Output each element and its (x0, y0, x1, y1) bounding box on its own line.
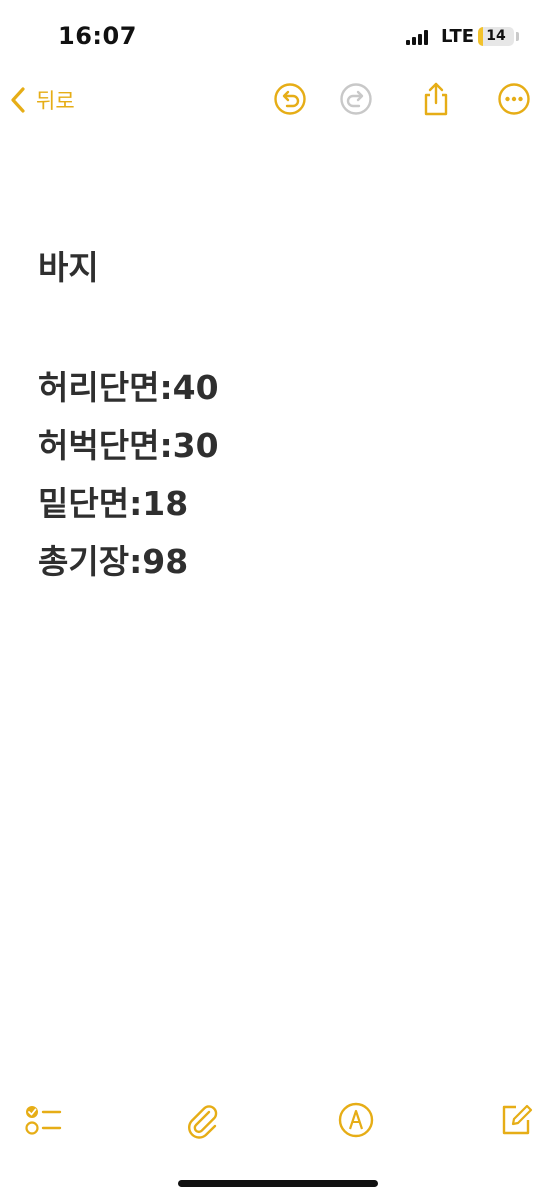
note-title[interactable]: 바지 (38, 240, 518, 296)
note-line-thigh[interactable]: 허벅단면:30 (38, 417, 518, 475)
attachment-button[interactable] (182, 1100, 222, 1140)
note-body[interactable]: 바지 허리단면:40 허벅단면:30 밑단면:18 총기장:98 (38, 240, 518, 591)
battery-icon: 14 (478, 27, 514, 46)
share-icon (424, 82, 448, 116)
compose-button[interactable] (496, 1100, 536, 1140)
chevron-left-icon (11, 87, 25, 113)
status-bar: 16:07 LTE 14 (0, 0, 555, 72)
more-button[interactable] (496, 80, 532, 118)
cellular-signal-icon (406, 30, 432, 45)
back-button[interactable]: 뒤로 (8, 80, 75, 120)
undo-icon (274, 83, 306, 115)
battery-cap (516, 32, 519, 41)
battery-level: 14 (486, 28, 506, 44)
markup-pen-icon (338, 1102, 374, 1138)
note-line-hem[interactable]: 밑단면:18 (38, 475, 518, 533)
network-type: LTE (441, 26, 475, 47)
redo-icon (340, 83, 372, 115)
markup-button[interactable] (336, 1100, 376, 1140)
checklist-icon (25, 1106, 62, 1135)
note-lines: 허리단면:40 허벅단면:30 밑단면:18 총기장:98 (38, 359, 518, 591)
compose-icon (502, 1104, 533, 1135)
home-indicator[interactable] (178, 1180, 378, 1187)
paperclip-icon (188, 1105, 218, 1139)
redo-button[interactable] (338, 80, 374, 118)
share-button[interactable] (418, 80, 454, 118)
undo-button[interactable] (272, 80, 308, 118)
note-line-waist[interactable]: 허리단면:40 (38, 359, 518, 417)
status-time: 16:07 (58, 22, 137, 50)
note-line-total-length[interactable]: 총기장:98 (38, 533, 518, 591)
back-label: 뒤로 (36, 89, 75, 113)
more-icon (498, 83, 530, 115)
checklist-button[interactable] (24, 1100, 64, 1140)
